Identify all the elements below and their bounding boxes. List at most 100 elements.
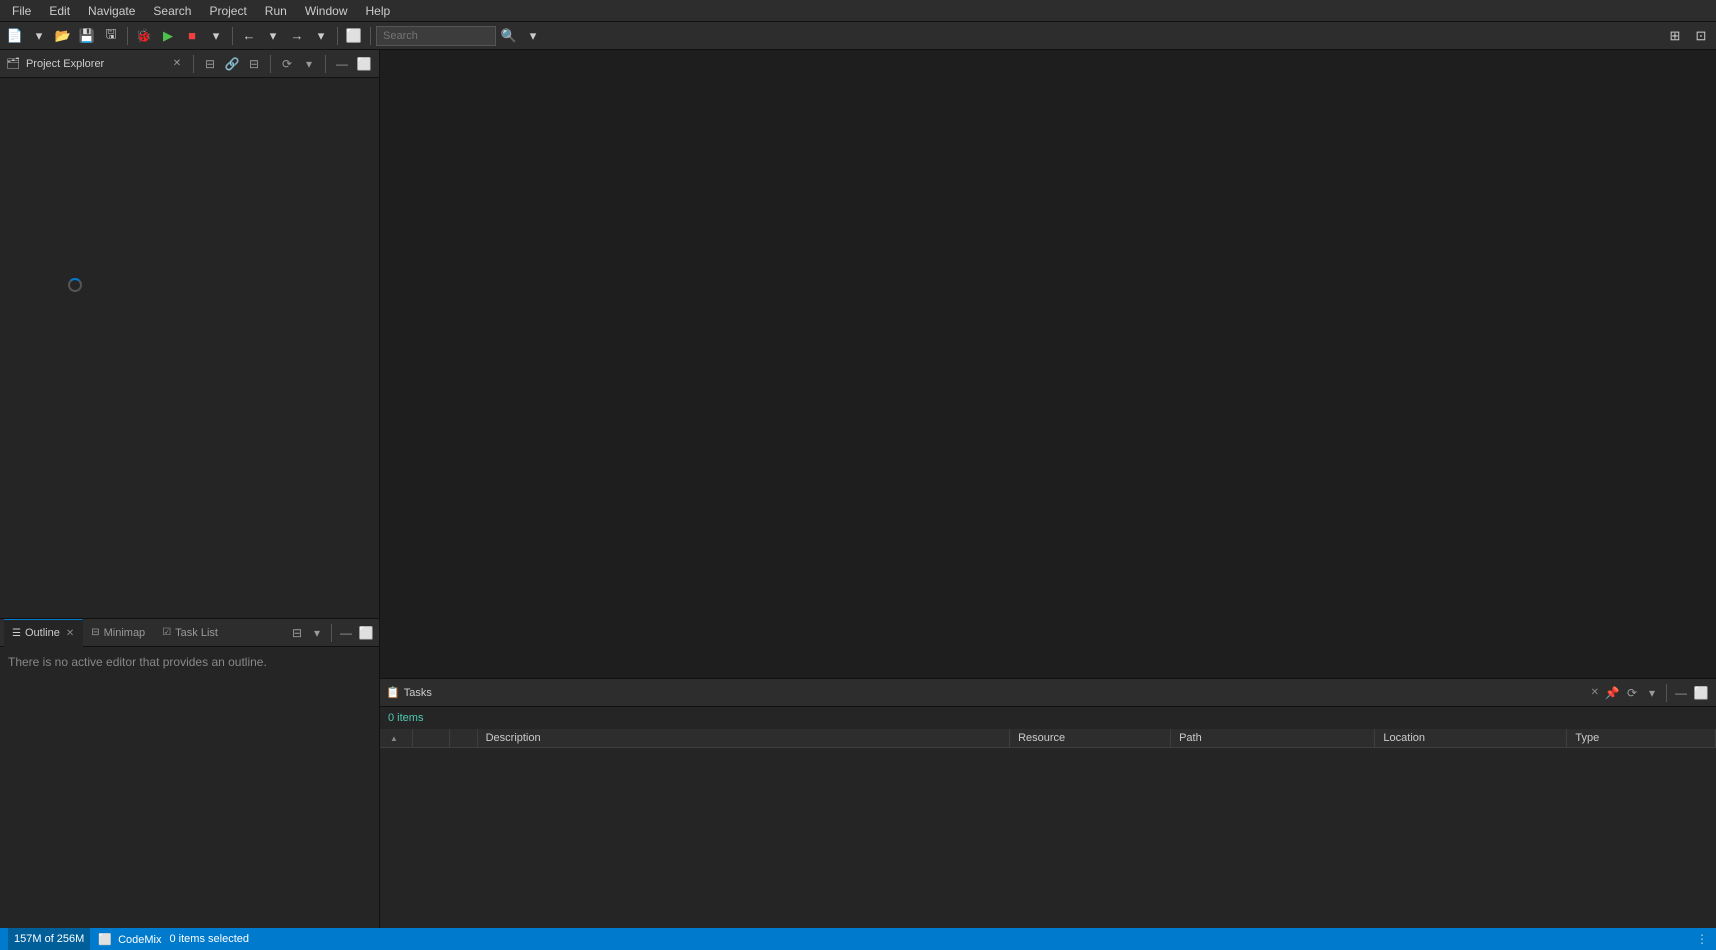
- col-resource-header[interactable]: Resource: [1010, 729, 1171, 748]
- collapse-all-button[interactable]: ⊟: [201, 55, 219, 73]
- filter-button[interactable]: ⊟: [245, 55, 263, 73]
- menu-window[interactable]: Window: [297, 2, 356, 20]
- open-button[interactable]: 📂: [52, 25, 74, 47]
- tasks-panel: 📋 Tasks ✕ 📌 ⟳ ▾ — ⬜ 0 items: [380, 678, 1716, 928]
- menu-help[interactable]: Help: [358, 2, 399, 20]
- outline-maximize-button[interactable]: ⬜: [357, 624, 375, 642]
- tab-tasklist-label: Task List: [175, 627, 218, 639]
- sync-button[interactable]: ⟳: [278, 55, 296, 73]
- menu-navigate[interactable]: Navigate: [80, 2, 143, 20]
- close-project-explorer-button[interactable]: ✕: [168, 55, 186, 73]
- outline-icon: ☰: [12, 628, 21, 639]
- stop-button[interactable]: ■: [181, 25, 203, 47]
- perspective-button[interactable]: ⊡: [1690, 25, 1712, 47]
- new-file-button[interactable]: 📄: [4, 25, 26, 47]
- outline-tab-bar: ☰ Outline ✕ ⊟ Minimap ☑ Task List ⊟ ▾ —: [0, 619, 379, 647]
- outline-empty-message: There is no active editor that provides …: [8, 655, 267, 669]
- outline-dropdown-button[interactable]: ▾: [308, 624, 326, 642]
- outline-minimize-button[interactable]: —: [337, 624, 355, 642]
- col-sort-header[interactable]: ▲: [380, 729, 413, 748]
- separator-2: [232, 27, 233, 45]
- editor-area: 📋 Tasks ✕ 📌 ⟳ ▾ — ⬜ 0 items: [380, 50, 1716, 928]
- run-button[interactable]: ▶: [157, 25, 179, 47]
- selection-status: 0 items selected: [170, 933, 249, 945]
- project-explorer-content: [0, 78, 379, 618]
- sep3: [325, 55, 326, 73]
- new-dropdown-button[interactable]: ▾: [28, 25, 50, 47]
- back-button[interactable]: ←: [238, 25, 260, 47]
- menu-edit[interactable]: Edit: [41, 2, 78, 20]
- status-dots-button[interactable]: ⋮: [1696, 932, 1708, 946]
- bottom-left-panel: ☰ Outline ✕ ⊟ Minimap ☑ Task List ⊟ ▾ —: [0, 618, 379, 928]
- separator-4: [370, 27, 371, 45]
- close-tasks-tab[interactable]: ✕: [1591, 687, 1599, 698]
- sep: [1666, 684, 1667, 702]
- tasks-refresh-button[interactable]: ⟳: [1623, 684, 1641, 702]
- search-icon-button[interactable]: 🔍: [498, 25, 520, 47]
- tasks-dropdown-button[interactable]: ▾: [1643, 684, 1661, 702]
- memory-label: 157M of 256M: [14, 933, 84, 945]
- tab-minimap-label: Minimap: [104, 627, 146, 639]
- forward-dropdown-button[interactable]: ▾: [310, 25, 332, 47]
- menu-search[interactable]: Search: [145, 2, 199, 20]
- tasks-maximize-button[interactable]: ⬜: [1692, 684, 1710, 702]
- col-location-header[interactable]: Location: [1375, 729, 1567, 748]
- minimap-icon: ⊟: [91, 627, 99, 638]
- outline-tab-actions: ⊟ ▾ — ⬜: [288, 624, 375, 642]
- minimize-project-explorer[interactable]: —: [333, 55, 351, 73]
- close-outline-tab[interactable]: ✕: [66, 628, 74, 639]
- tasks-tab-actions: 📌 ⟳ ▾ — ⬜: [1603, 684, 1710, 702]
- loading-area: [68, 278, 82, 292]
- location-col-label: Location: [1383, 732, 1425, 744]
- maximize-button[interactable]: ⬜: [343, 25, 365, 47]
- type-col-label: Type: [1575, 732, 1599, 744]
- debug-button[interactable]: 🐞: [133, 25, 155, 47]
- tab-outline[interactable]: ☰ Outline ✕: [4, 619, 83, 647]
- search-dropdown-button[interactable]: ▾: [522, 25, 544, 47]
- tab-minimap[interactable]: ⊟ Minimap: [83, 619, 154, 647]
- separator-3: [337, 27, 338, 45]
- main-layout: 🗂 Project Explorer ✕ ⊟ 🔗 ⊟ ⟳ ▾ — ⬜ ☰: [0, 50, 1716, 928]
- separator-1: [127, 27, 128, 45]
- link-with-editor-button[interactable]: 🔗: [223, 55, 241, 73]
- tasks-pin-button[interactable]: 📌: [1603, 684, 1621, 702]
- sort-arrow-icon: ▲: [390, 734, 398, 743]
- menu-file[interactable]: File: [4, 2, 39, 20]
- col-type-header[interactable]: Type: [1567, 729, 1716, 748]
- selection-label: 0 items selected: [170, 933, 249, 945]
- workspace-icon[interactable]: ⊞: [1664, 25, 1686, 47]
- tasks-panel-title: Tasks: [404, 687, 1585, 699]
- save-all-button[interactable]: 🖫: [100, 25, 122, 47]
- resource-col-label: Resource: [1018, 732, 1065, 744]
- tasks-count-label: 0 items: [388, 712, 423, 724]
- toolbar-right: ⊞ ⊡: [1664, 25, 1712, 47]
- maximize-project-explorer[interactable]: ⬜: [355, 55, 373, 73]
- forward-button[interactable]: →: [286, 25, 308, 47]
- view-menu-button[interactable]: ▾: [300, 55, 318, 73]
- col-check-header[interactable]: [450, 729, 477, 748]
- menu-run[interactable]: Run: [257, 2, 295, 20]
- path-col-label: Path: [1179, 732, 1202, 744]
- tasks-minimize-button[interactable]: —: [1672, 684, 1690, 702]
- tasks-panel-header: 📋 Tasks ✕ 📌 ⟳ ▾ — ⬜: [380, 679, 1716, 707]
- save-button[interactable]: 💾: [76, 25, 98, 47]
- col-description-header[interactable]: Description: [477, 729, 1010, 748]
- project-explorer-header: 🗂 Project Explorer ✕ ⊟ 🔗 ⊟ ⟳ ▾ — ⬜: [0, 50, 379, 78]
- sep: [331, 624, 332, 642]
- col-icon-header[interactable]: [413, 729, 450, 748]
- back-dropdown-button[interactable]: ▾: [262, 25, 284, 47]
- memory-status[interactable]: 157M of 256M: [8, 928, 90, 950]
- search-input[interactable]: [376, 26, 496, 46]
- menu-project[interactable]: Project: [201, 2, 254, 20]
- toolbar: 📄 ▾ 📂 💾 🖫 🐞 ▶ ■ ▾ ← ▾ → ▾ ⬜ 🔍 ▾ ⊞ ⊡: [0, 22, 1716, 50]
- codemix-label: CodeMix: [118, 934, 161, 946]
- tasks-table[interactable]: ▲ Description Resource Path: [380, 729, 1716, 928]
- col-path-header[interactable]: Path: [1171, 729, 1375, 748]
- outline-expand-button[interactable]: ⊟: [288, 624, 306, 642]
- run-dropdown-button[interactable]: ▾: [205, 25, 227, 47]
- left-panel: 🗂 Project Explorer ✕ ⊟ 🔗 ⊟ ⟳ ▾ — ⬜ ☰: [0, 50, 380, 928]
- tab-tasklist[interactable]: ☑ Task List: [154, 619, 227, 647]
- loading-spinner: [68, 278, 82, 292]
- editor-content[interactable]: [380, 50, 1716, 678]
- codemix-plugin-status[interactable]: ⬜ CodeMix: [98, 933, 161, 946]
